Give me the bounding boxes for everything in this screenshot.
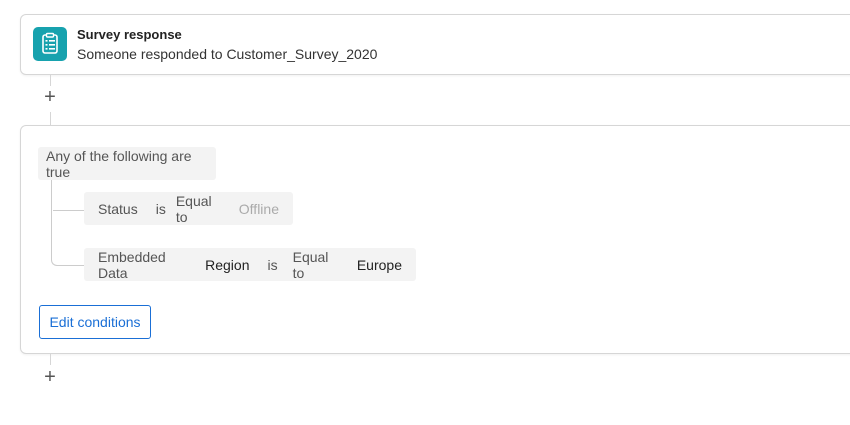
connector-line <box>50 112 51 125</box>
condition-card: Any of the following are true Status is … <box>20 125 850 354</box>
edit-conditions-button[interactable]: Edit conditions <box>39 305 151 339</box>
group-label-text: Any of the following are true <box>46 147 192 180</box>
condition-operator: Equal to <box>175 192 212 225</box>
trigger-card[interactable]: Survey response Someone responded to Cus… <box>20 14 850 75</box>
tree-branch <box>53 210 84 211</box>
connector-line <box>50 353 51 365</box>
condition-field: Status <box>98 200 138 217</box>
condition-value: Offline <box>238 200 279 217</box>
condition-source: Embedded Data <box>98 248 166 281</box>
condition-value: Europe <box>356 256 402 273</box>
condition-field: Region <box>205 256 250 273</box>
clipboard-list-icon <box>33 27 67 61</box>
condition-is: is <box>155 200 166 217</box>
trigger-title: Survey response <box>77 27 182 42</box>
condition-row[interactable]: Status is Equal to Offline <box>84 192 293 225</box>
add-step-button[interactable]: + <box>40 367 60 387</box>
condition-is: is <box>267 256 278 273</box>
condition-row[interactable]: Embedded Data Region is Equal to Europe <box>84 248 416 281</box>
connector-line <box>50 74 51 86</box>
add-step-button[interactable]: + <box>40 87 60 107</box>
tree-line <box>51 180 85 266</box>
condition-group-label[interactable]: Any of the following are true <box>38 147 216 180</box>
condition-operator: Equal to <box>292 248 329 281</box>
trigger-subtitle: Someone responded to Customer_Survey_202… <box>77 46 378 62</box>
